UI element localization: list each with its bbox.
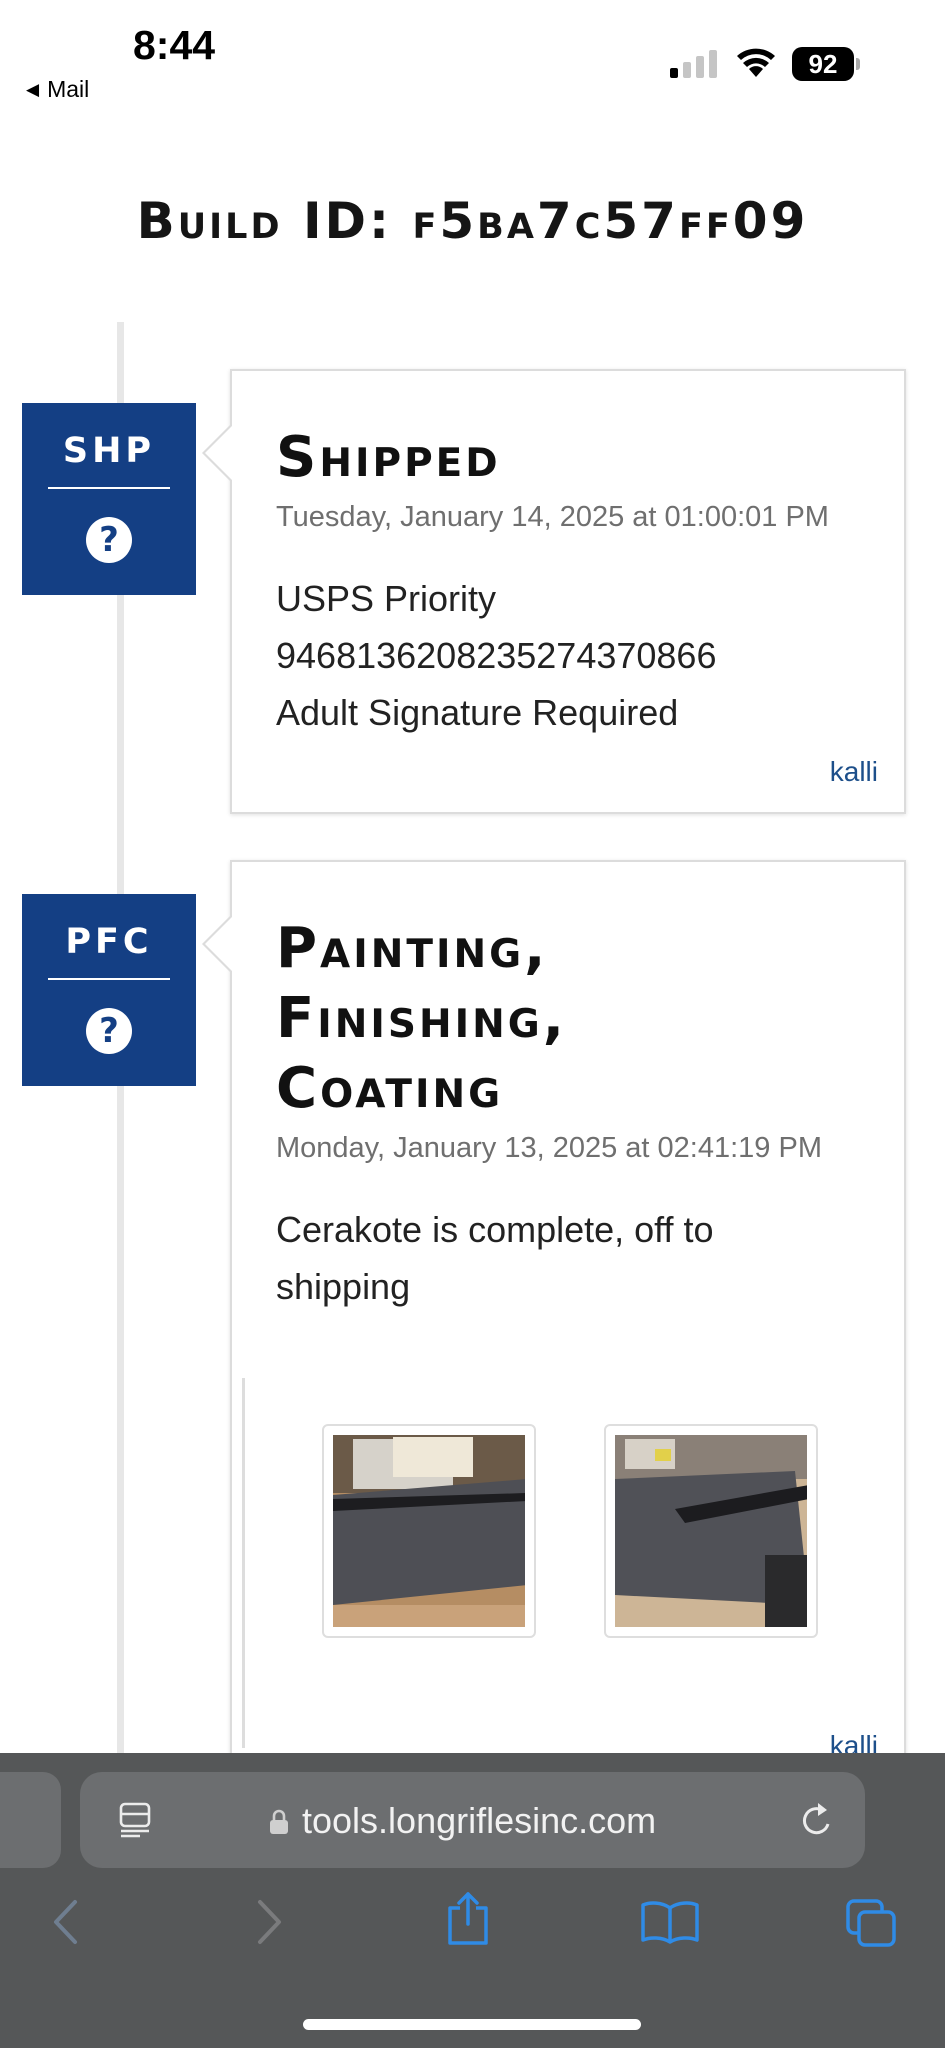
reader-icon[interactable] xyxy=(118,1802,152,1838)
photo-rifle-on-carpet[interactable] xyxy=(322,1424,536,1638)
back-icon[interactable] xyxy=(50,1898,80,1946)
cellular-signal-icon xyxy=(670,50,717,78)
photo-rifle-on-carpet-2[interactable] xyxy=(604,1424,818,1638)
card-body: USPS Priority 9468136208235274370866 Adu… xyxy=(276,570,864,741)
badge-code: SHP xyxy=(62,431,156,471)
timeline-card-shipped: Shipped Tuesday, January 14, 2025 at 01:… xyxy=(202,369,906,814)
rifle-photo-image xyxy=(615,1435,807,1627)
card-body-line: Cerakote is complete, off to shipping xyxy=(276,1209,714,1307)
back-triangle-icon: ◀ xyxy=(26,79,40,99)
lock-icon xyxy=(270,1809,288,1834)
share-icon[interactable] xyxy=(445,1890,491,1946)
bookmarks-icon[interactable] xyxy=(640,1900,700,1944)
tabs-icon[interactable] xyxy=(845,1898,897,1948)
page-title: Build ID: f5ba7c57ff09 xyxy=(136,192,809,250)
card-date: Tuesday, January 14, 2025 at 01:00:01 PM xyxy=(276,501,829,533)
status-badge-shp: SHP ? xyxy=(22,403,196,595)
battery-level: 92 xyxy=(792,47,854,81)
card-body-line: Adult Signature Required xyxy=(276,692,679,733)
help-icon[interactable]: ? xyxy=(86,1008,132,1054)
previous-tab-peek[interactable] xyxy=(0,1772,61,1868)
author-link[interactable]: kalli xyxy=(830,756,878,788)
status-badge-pfc: PFC ? xyxy=(22,894,196,1086)
status-time: 8:44 xyxy=(133,22,216,68)
home-indicator[interactable] xyxy=(303,2019,641,2030)
photo-divider xyxy=(242,1378,245,1748)
card-title: Painting, Finishing, Coating xyxy=(276,916,568,1121)
card-title: Shipped xyxy=(276,425,501,490)
wifi-icon xyxy=(737,48,775,77)
back-label: Mail xyxy=(47,76,90,102)
battery-icon: 92 xyxy=(792,47,860,81)
card-date: Monday, January 13, 2025 at 02:41:19 PM xyxy=(276,1132,822,1164)
card-body: Cerakote is complete, off to shipping xyxy=(276,1201,796,1315)
help-icon[interactable]: ? xyxy=(86,517,132,563)
timeline-card-painting: Painting, Finishing, Coating Monday, Jan… xyxy=(202,860,906,1761)
back-to-mail-link[interactable]: ◀ Mail xyxy=(26,76,89,103)
badge-code: PFC xyxy=(65,922,153,962)
reload-icon[interactable] xyxy=(798,1800,836,1840)
forward-icon[interactable] xyxy=(255,1898,285,1946)
url-text[interactable]: tools.longriflesinc.com xyxy=(302,1800,656,1842)
rifle-photo-image xyxy=(333,1435,525,1627)
card-body-line: USPS Priority xyxy=(276,578,497,619)
card-body-line: 9468136208235274370866 xyxy=(276,635,717,676)
